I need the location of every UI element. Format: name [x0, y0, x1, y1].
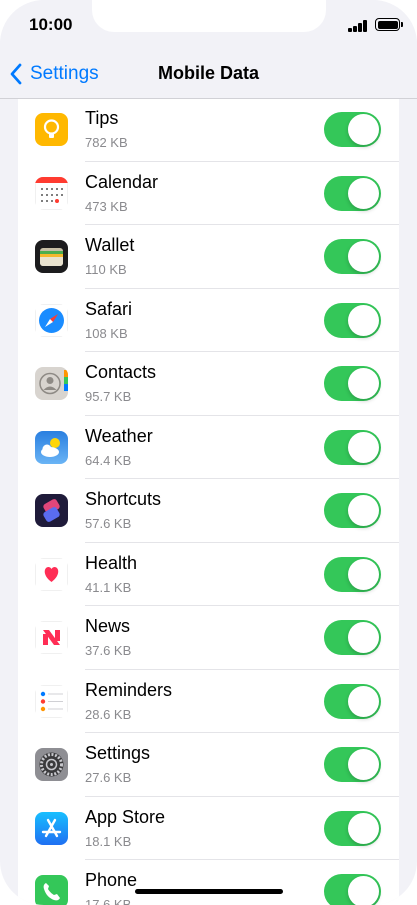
app-name: Tips — [85, 108, 119, 128]
app-data-usage: 41.1 KB — [85, 579, 132, 595]
home-indicator[interactable] — [135, 889, 283, 894]
app-name: Calendar — [85, 171, 159, 192]
shortcuts-icon — [35, 494, 68, 527]
app-data-usage: 27.6 KB — [85, 770, 132, 785]
app-name: Wallet — [85, 235, 135, 255]
mobile-data-toggle-tips[interactable] — [324, 112, 381, 147]
list-item-safari: Safari 108 KB — [18, 289, 399, 352]
battery-icon — [375, 18, 400, 31]
app-name: Phone — [85, 870, 138, 890]
app-name: Health — [85, 552, 138, 573]
mobile-data-toggle-safari[interactable] — [324, 302, 381, 338]
list-item-health: Health 41.1 KB — [18, 543, 399, 606]
mobile-data-toggle-app-store[interactable] — [324, 810, 381, 846]
cellular-signal-icon — [348, 20, 368, 32]
navigation-bar: Settings Mobile Data — [0, 50, 417, 99]
mobile-data-toggle-news[interactable] — [324, 620, 381, 655]
safari-icon — [35, 303, 68, 337]
app-data-usage: 57.6 KB — [85, 516, 132, 531]
app-name: Shortcuts — [85, 489, 162, 509]
list-item-shortcuts: Shortcuts 57.6 KB — [18, 479, 399, 543]
app-name: Contacts — [85, 362, 157, 382]
phone-screen: 10:00 Settings Mobile Data Tips 782 KB C… — [0, 0, 417, 905]
mobile-data-toggle-settings[interactable] — [324, 747, 381, 782]
settings-icon — [35, 748, 68, 781]
mobile-data-toggle-health[interactable] — [324, 556, 381, 592]
status-time: 10:00 — [29, 15, 73, 34]
mobile-data-toggle-calendar[interactable] — [324, 175, 381, 211]
list-item-phone: Phone 17.6 KB — [18, 860, 399, 905]
app-data-usage: 782 KB — [85, 135, 128, 150]
app-name: App Store — [85, 806, 166, 827]
list-item-contacts: Contacts 95.7 KB — [18, 352, 399, 416]
reminders-icon — [35, 684, 68, 718]
app-name: News — [85, 616, 131, 636]
status-bar: 10:00 — [0, 0, 417, 50]
app-data-usage: 18.1 KB — [85, 833, 132, 849]
app-name: Settings — [85, 743, 151, 763]
app-data-usage: 473 KB — [85, 198, 128, 214]
mobile-data-toggle-wallet[interactable] — [324, 239, 381, 274]
notch — [92, 0, 326, 32]
contacts-icon — [35, 367, 68, 400]
app-data-usage: 108 KB — [85, 325, 128, 341]
list-item-app-store: App Store 18.1 KB — [18, 797, 399, 860]
app-data-usage: 17.6 KB — [85, 897, 132, 905]
app-name: Safari — [85, 298, 133, 319]
app-data-usage: 110 KB — [85, 262, 127, 277]
mobile-data-toggle-weather[interactable] — [324, 429, 381, 465]
list-item-reminders: Reminders 28.6 KB — [18, 670, 399, 733]
list-item-news: News 37.6 KB — [18, 606, 399, 670]
list-item-weather: Weather 64.4 KB — [18, 416, 399, 479]
mobile-data-toggle-phone[interactable] — [324, 874, 381, 905]
list-item-wallet: Wallet 110 KB — [18, 225, 399, 289]
list-item-tips: Tips 782 KB — [18, 99, 399, 162]
mobile-data-toggle-contacts[interactable] — [324, 366, 381, 401]
calendar-icon — [35, 176, 68, 210]
list-item-calendar: Calendar 473 KB — [18, 162, 399, 225]
app-data-usage: 95.7 KB — [85, 389, 132, 404]
app-data-usage: 37.6 KB — [85, 643, 132, 658]
tips-icon — [35, 113, 68, 146]
page-title: Mobile Data — [157, 63, 259, 83]
app-data-usage: 64.4 KB — [85, 452, 132, 468]
phone-icon — [35, 875, 68, 905]
news-icon — [35, 621, 68, 654]
mobile-data-toggle-reminders[interactable] — [324, 683, 381, 719]
app-store-icon — [35, 811, 68, 845]
battery-cap — [401, 22, 403, 27]
app-data-usage: 28.6 KB — [85, 706, 132, 722]
app-name: Weather — [85, 425, 153, 446]
health-icon — [35, 557, 68, 591]
mobile-data-toggle-shortcuts[interactable] — [324, 493, 381, 528]
app-name: Reminders — [85, 679, 173, 700]
app-data-list: Tips 782 KB Calendar 473 KB Wallet 110 K… — [18, 99, 399, 905]
weather-icon — [35, 430, 68, 464]
list-item-settings: Settings 27.6 KB — [18, 733, 399, 797]
wallet-icon — [35, 240, 68, 273]
